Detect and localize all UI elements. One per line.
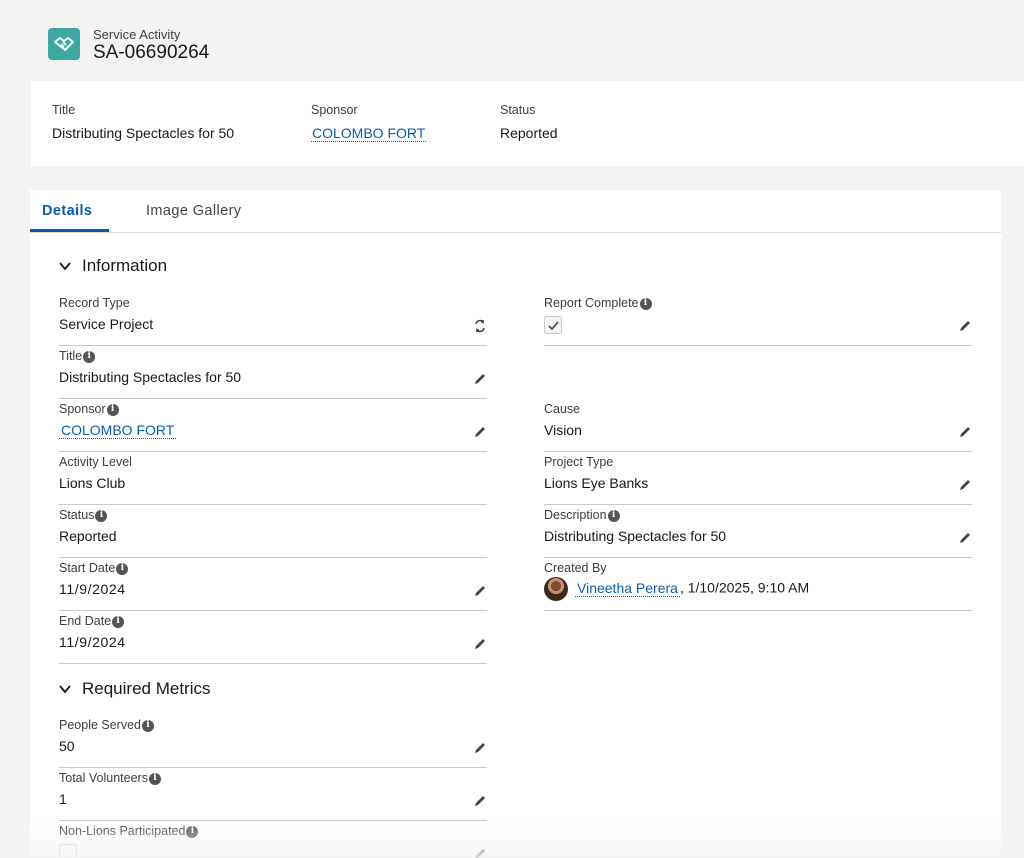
highlight-title-label: Title [52,103,76,117]
field-label: Description [544,508,607,522]
info-icon[interactable]: i [148,772,161,785]
checkmark-icon [547,320,559,330]
highlight-title-value: Distributing Spectacles for 50 [52,125,235,141]
field-non-lions-participated: Non-Lions Participated i [59,821,487,858]
field-label: Project Type [544,455,614,469]
pencil-icon[interactable] [958,319,972,333]
info-icon[interactable]: i [106,403,119,416]
field-value: 1 [59,791,67,807]
field-value: 50 [59,738,75,754]
highlight-status-label: Status [500,103,536,117]
created-by-timestamp: , 1/10/2025, 9:10 AM [679,579,810,596]
field-value: Lions Eye Banks [544,475,649,491]
field-value: Distributing Spectacles for 50 [59,369,242,385]
field-created-by: Created By Vineetha Perera, 1/10/2025, 9… [544,558,972,611]
info-icon[interactable]: i [639,297,652,310]
record-name: SA-06690264 [93,42,210,63]
info-icon[interactable]: i [186,825,199,838]
tab-bar: Details Image Gallery [30,190,1001,233]
field-end-date: End Date i 11/9/2024 [59,611,487,664]
field-value: 11/9/2024 [59,634,126,650]
tab-image-gallery[interactable]: Image Gallery [134,190,253,232]
pencil-icon[interactable] [958,425,972,439]
handshake-icon [48,28,80,60]
field-value: Vision [544,422,582,438]
field-status: Status i Reported [59,505,487,558]
field-label: Title [59,349,83,363]
field-total-volunteers: Total Volunteers i 1 [59,768,487,821]
pencil-icon[interactable] [473,372,487,386]
field-label: People Served [59,718,142,732]
field-label: End Date [59,614,112,628]
field-activity-level: Activity Level Lions Club [59,452,487,505]
field-value: Service Project [59,316,154,332]
section-information[interactable]: Information [58,256,167,276]
field-label: Report Complete [544,296,639,310]
field-label: Activity Level [59,455,132,469]
field-record-type: Record Type Service Project [59,293,487,346]
chevron-down-icon [59,685,71,694]
highlight-title: Title Distributing Spectacles for 50 [52,103,234,141]
tab-details[interactable]: Details [30,190,109,232]
highlight-status: Status Reported [500,103,558,141]
field-label: Non-Lions Participated [59,824,186,838]
pencil-icon[interactable] [958,478,972,492]
chevron-down-icon [59,262,71,271]
field-value: 11/9/2024 [59,581,126,597]
field-label: Record Type [59,296,130,310]
info-icon[interactable]: i [83,350,96,363]
field-value: Lions Club [59,475,126,491]
field-sponsor: Sponsor i COLOMBO FORT [59,399,487,452]
info-icon[interactable]: i [116,562,129,575]
field-label: Created By [544,561,607,575]
field-value: Reported [59,528,117,544]
field-people-served: People Served i 50 [59,715,487,768]
object-label: Service Activity [93,27,181,42]
section-information-title: Information [82,256,168,275]
section-required-metrics[interactable]: Required Metrics [58,679,211,699]
pencil-icon[interactable] [473,847,487,858]
sponsor-link[interactable]: COLOMBO FORT [59,422,177,439]
record-header: Service Activity SA-06690264 [0,0,1024,80]
section-required-metrics-title: Required Metrics [82,679,211,698]
pencil-icon[interactable] [473,637,487,651]
pencil-icon[interactable] [473,425,487,439]
field-start-date: Start Date i 11/9/2024 [59,558,487,611]
avatar[interactable] [544,577,568,601]
details-card: Details Image Gallery Information Record… [30,190,1001,858]
field-project-type: Project Type Lions Eye Banks [544,452,972,505]
field-title: Title i Distributing Spectacles for 50 [59,346,487,399]
change-record-type-icon[interactable] [473,319,487,333]
info-icon[interactable]: i [95,509,108,522]
highlight-sponsor: Sponsor COLOMBO FORT [311,103,427,142]
field-label: Total Volunteers [59,771,148,785]
pencil-icon[interactable] [958,531,972,545]
field-description: Description i Distributing Spectacles for… [544,505,972,558]
highlight-sponsor-label: Sponsor [311,103,358,117]
field-label: Cause [544,402,581,416]
non-lions-checkbox [59,844,77,858]
field-label: Sponsor [59,402,106,416]
field-label: Status [59,508,95,522]
info-icon[interactable]: i [142,719,155,732]
pencil-icon[interactable] [473,584,487,598]
info-icon[interactable]: i [607,509,620,522]
highlight-sponsor-link[interactable]: COLOMBO FORT [311,125,427,142]
field-value: Distributing Spectacles for 50 [544,528,727,544]
highlights-panel: Title Distributing Spectacles for 50 Spo… [31,81,1024,166]
report-complete-checkbox [544,316,562,334]
field-report-complete: Report Complete i [544,293,972,346]
field-cause: Cause Vision [544,399,972,452]
pencil-icon[interactable] [473,794,487,808]
highlight-status-value: Reported [500,125,558,141]
info-icon[interactable]: i [112,615,125,628]
created-by-user-link[interactable]: Vineetha Perera [575,579,680,597]
field-label: Start Date [59,561,116,575]
pencil-icon[interactable] [473,741,487,755]
